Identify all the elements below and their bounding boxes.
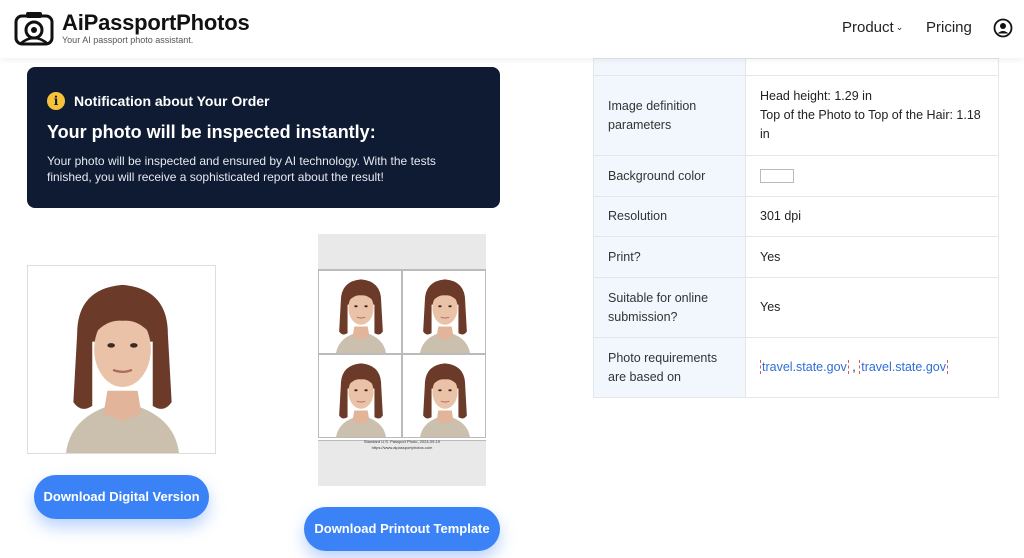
spec-value: Yes xyxy=(745,236,999,278)
portrait-image xyxy=(28,266,216,454)
photo-specs-table: Image definition parameters Head height:… xyxy=(593,58,999,398)
nav-product-label: Product xyxy=(842,19,894,36)
requirements-link[interactable]: travel.state.gov xyxy=(859,360,948,374)
template-caption: Standard U.S. Passport Photo, 2024-09-19… xyxy=(318,439,486,451)
brand-name[interactable]: AiPassportPhotos xyxy=(62,10,250,36)
order-notification: i Notification about Your Order Your pho… xyxy=(27,67,500,208)
notification-heading: Your photo will be inspected instantly: xyxy=(47,122,376,142)
account-icon[interactable] xyxy=(993,18,1013,38)
notification-body: Your photo will be inspected and ensured… xyxy=(47,154,436,184)
spec-value: 301 dpi xyxy=(745,196,999,237)
template-photo xyxy=(402,354,486,438)
site-header: AiPassportPhotos Your AI passport photo … xyxy=(0,0,1024,58)
template-caption-url: https://www.aipassportphotos.com xyxy=(371,445,433,450)
spec-label: Resolution xyxy=(593,196,746,237)
template-photo xyxy=(402,270,486,354)
table-row: Photo requirements are based on travel.s… xyxy=(593,337,999,398)
spec-value xyxy=(745,58,999,76)
spec-label: Photo requirements are based on xyxy=(593,337,746,398)
template-photo xyxy=(318,270,402,354)
template-sheet xyxy=(318,269,486,441)
head-height-value: Head height: 1.29 in xyxy=(760,89,872,103)
digital-photo-preview xyxy=(27,265,216,454)
info-icon: i xyxy=(47,92,65,110)
spec-value xyxy=(745,155,999,197)
table-row: Image definition parameters Head height:… xyxy=(593,75,999,156)
camera-logo-icon[interactable] xyxy=(14,10,54,46)
table-row: Resolution 301 dpi xyxy=(593,196,999,237)
download-digital-button[interactable]: Download Digital Version xyxy=(34,475,209,519)
top-to-hair-value: Top of the Photo to Top of the Hair: 1.1… xyxy=(760,108,981,141)
table-row: Suitable for online submission? Yes xyxy=(593,277,999,338)
spec-value: Head height: 1.29 in Top of the Photo to… xyxy=(745,75,999,156)
requirements-link[interactable]: travel.state.gov xyxy=(760,360,849,374)
download-printout-button[interactable]: Download Printout Template xyxy=(304,507,500,551)
print-template-preview: Standard U.S. Passport Photo, 2024-09-19… xyxy=(318,234,486,486)
background-color-swatch xyxy=(760,169,794,184)
nav-pricing[interactable]: Pricing xyxy=(926,19,972,36)
spec-label: Background color xyxy=(593,155,746,197)
brand-tagline: Your AI passport photo assistant. xyxy=(62,35,194,45)
notification-title: Notification about Your Order xyxy=(74,93,270,109)
spec-label xyxy=(593,58,746,76)
spec-label: Image definition parameters xyxy=(593,75,746,156)
template-photo xyxy=(318,354,402,438)
table-row xyxy=(593,58,999,76)
link-separator: , xyxy=(852,360,856,374)
chevron-down-icon: ⌄ xyxy=(895,22,904,32)
spec-label: Suitable for online submission? xyxy=(593,277,746,338)
table-row: Print? Yes xyxy=(593,236,999,278)
spec-value: Yes xyxy=(745,277,999,338)
nav-product[interactable]: Product ⌄ xyxy=(842,19,903,36)
spec-label: Print? xyxy=(593,236,746,278)
table-row: Background color xyxy=(593,155,999,197)
spec-value: travel.state.gov , travel.state.gov xyxy=(745,337,999,398)
